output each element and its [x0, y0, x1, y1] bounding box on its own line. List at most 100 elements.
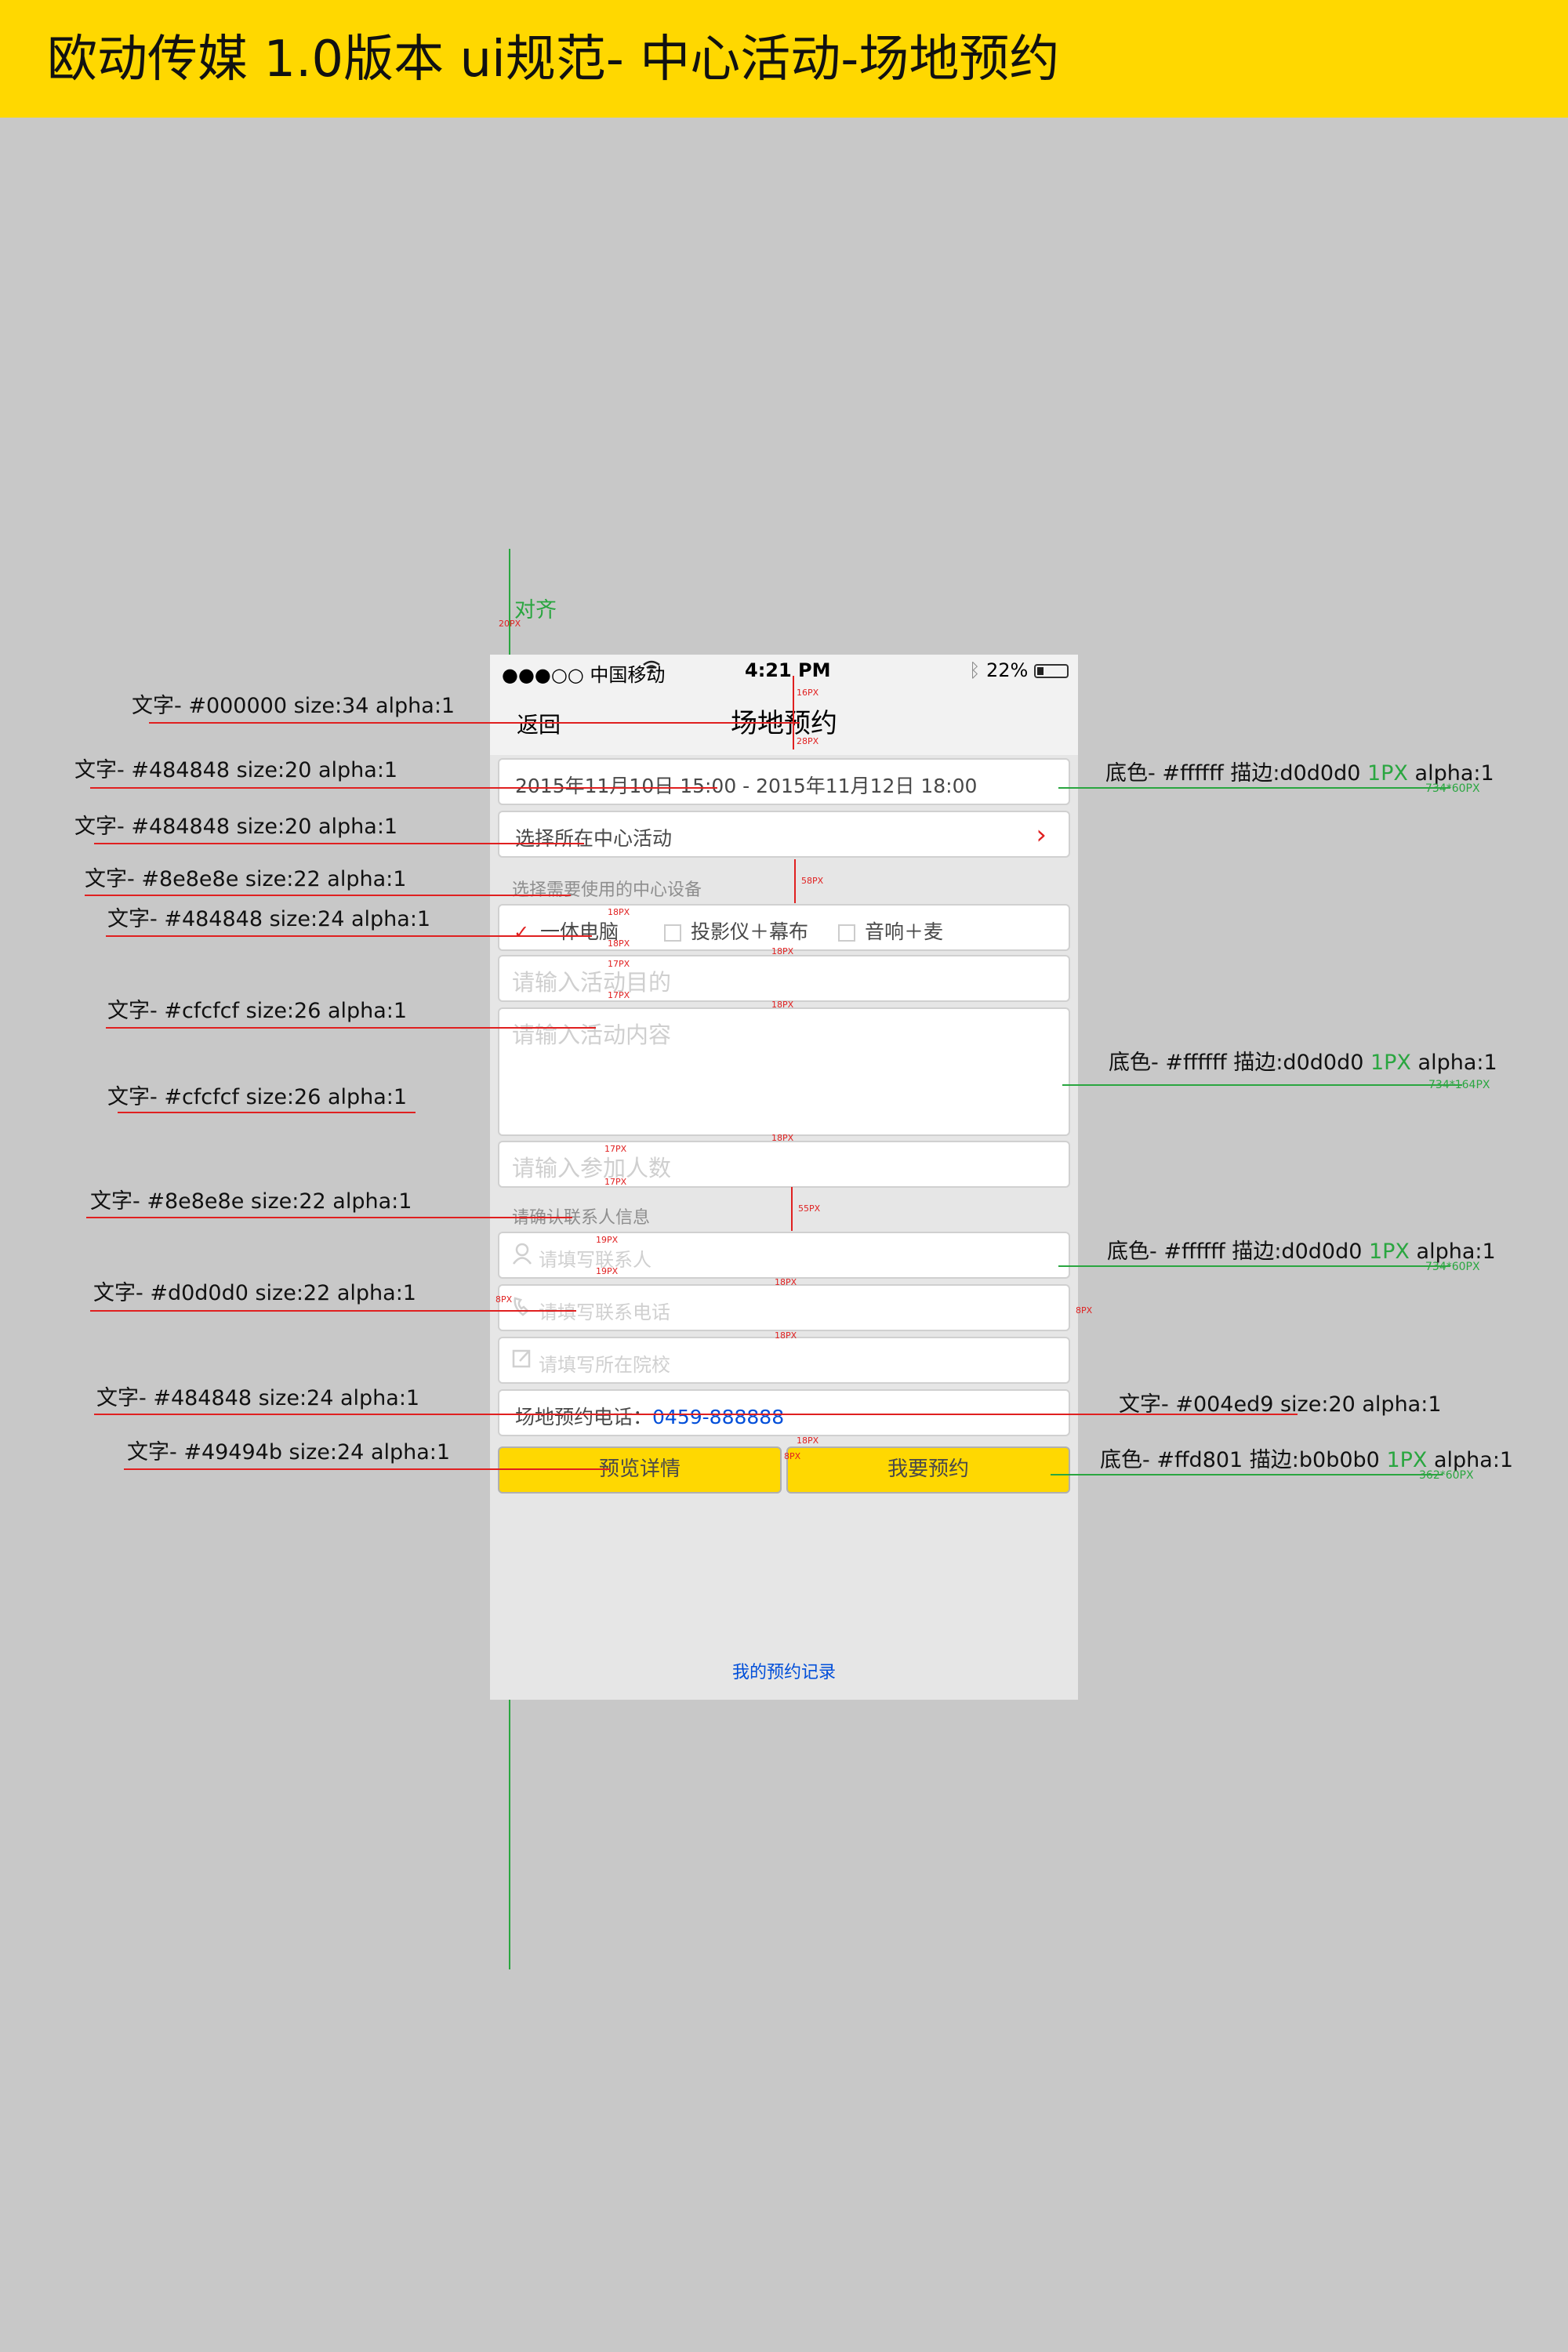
checkbox-icon	[664, 924, 681, 942]
annotation-leader	[1051, 1474, 1443, 1475]
venue-phone-number[interactable]: 0459-888888	[652, 1406, 784, 1428]
equipment-option-computer[interactable]: ✓ 一体电脑	[514, 916, 619, 945]
contact-phone-input[interactable]: 请填写联系电话	[498, 1284, 1070, 1331]
annotation-stroke: 1PX	[1367, 761, 1408, 786]
preview-button[interactable]: 预览详情	[498, 1446, 782, 1494]
equipment-label: 投影仪＋幕布	[691, 920, 809, 943]
battery-percent: 22%	[986, 659, 1029, 681]
select-activity-row[interactable]: 选择所在中心活动 ›	[498, 811, 1070, 858]
content-placeholder: 请输入活动内容	[512, 1022, 672, 1048]
annotation-leader	[90, 1310, 576, 1312]
annotation-prefix: 底色- #ffffff 描边:d0d0d0	[1109, 1051, 1370, 1075]
equipment-option-audio[interactable]: 音响＋麦	[838, 916, 943, 945]
spacing-label: 19PX	[596, 1266, 619, 1276]
annotation-leader	[106, 935, 592, 937]
venue-phone-label: 场地预约电话：	[515, 1406, 653, 1428]
annotation-leader	[124, 1468, 610, 1470]
book-button[interactable]: 我要预约	[786, 1446, 1070, 1494]
annotation-leader	[118, 1112, 416, 1113]
phone-icon	[512, 1295, 534, 1319]
phone-screen: ●●●○○ 中国移动 4:21 PM ᛒ 22% 返回 场地预约 2015年11…	[490, 655, 1078, 1700]
annotation-text: 文字- #000000 size:34 alpha:1	[132, 694, 456, 718]
annotation-text: 文字- #004ed9 size:20 alpha:1	[1119, 1392, 1442, 1417]
dimension-label: 734*164PX	[1428, 1079, 1490, 1091]
page-title: 欧动传媒 1.0版本 ui规范- 中心活动-场地预约	[47, 31, 1060, 89]
dimension-label: 734*60PX	[1425, 1261, 1480, 1273]
spacing-label: 18PX	[608, 938, 630, 949]
annotation-text: 文字- #484848 size:24 alpha:1	[107, 907, 431, 931]
equipment-option-projector[interactable]: 投影仪＋幕布	[664, 916, 808, 945]
check-icon: ✓	[514, 921, 530, 943]
school-input[interactable]: 请填写所在院校	[498, 1337, 1070, 1384]
spacing-marker	[791, 1187, 793, 1231]
purpose-placeholder: 请输入活动目的	[512, 969, 672, 996]
spacing-label: 17PX	[604, 1144, 627, 1154]
school-placeholder: 请填写所在院校	[539, 1354, 670, 1376]
nav-bar: 返回 场地预约	[490, 686, 1078, 755]
equipment-label: 一体电脑	[540, 920, 619, 943]
battery-icon	[1034, 664, 1069, 678]
annotation-text: 文字- #cfcfcf size:26 alpha:1	[107, 1085, 408, 1109]
participants-input[interactable]: 请输入参加人数	[498, 1141, 1070, 1188]
annotation-leader	[1058, 1265, 1450, 1267]
annotation-prefix: 底色- #ffffff 描边:d0d0d0	[1105, 761, 1367, 786]
annotation-text: 底色- #ffffff 描边:d0d0d0 1PX alpha:1	[1109, 1045, 1497, 1076]
spacing-label: 17PX	[604, 1177, 627, 1187]
nav-title: 场地预约	[731, 708, 837, 739]
spacing-label: 19PX	[596, 1235, 619, 1245]
spacing-label: 55PX	[798, 1203, 821, 1214]
annotation-leader	[85, 895, 571, 896]
date-range-field[interactable]: 2015年11月10日 15:00 - 2015年11月12日 18:00	[498, 758, 1070, 805]
annotation-stroke: 1PX	[1368, 1240, 1410, 1264]
edit-icon	[512, 1348, 534, 1371]
annotation-leader	[86, 1217, 572, 1218]
status-time: 4:21 PM	[745, 659, 831, 681]
annotation-suffix: alpha:1	[1410, 1051, 1497, 1075]
spacing-label: 18PX	[775, 1277, 797, 1287]
spacing-label: 17PX	[608, 990, 630, 1000]
spacing-label: 20PX	[499, 619, 521, 629]
spacing-label: 18PX	[608, 907, 630, 917]
spacing-label: 58PX	[801, 876, 824, 886]
equipment-section-label: 选择需要使用的中心设备	[512, 880, 702, 900]
purpose-input[interactable]: 请输入活动目的	[498, 955, 1070, 1002]
annotation-text: 文字- #484848 size:20 alpha:1	[74, 758, 398, 782]
spacing-marker	[794, 859, 796, 903]
annotation-leader	[1058, 787, 1450, 789]
annotation-stroke: 1PX	[1370, 1051, 1411, 1075]
user-icon	[512, 1243, 534, 1266]
spacing-label: 18PX	[771, 1000, 794, 1010]
annotation-prefix: 底色- #ffffff 描边:d0d0d0	[1107, 1240, 1369, 1264]
wifi-icon	[643, 659, 660, 679]
annotation-leader	[94, 1414, 1298, 1415]
annotation-text: 文字- #484848 size:24 alpha:1	[96, 1386, 420, 1410]
annotation-text: 文字- #8e8e8e size:22 alpha:1	[85, 867, 407, 891]
annotation-leader	[1062, 1084, 1462, 1086]
contact-name-input[interactable]: 请填写联系人	[498, 1232, 1070, 1279]
status-bar: ●●●○○ 中国移动 4:21 PM ᛒ 22%	[490, 655, 1078, 686]
spacing-label: 8PX	[1076, 1305, 1093, 1316]
annotation-leader	[106, 1027, 596, 1029]
annotation-leader	[149, 722, 800, 724]
carrier-label: ●●●○○ 中国移动	[502, 664, 666, 686]
equipment-row: ✓ 一体电脑 投影仪＋幕布 音响＋麦	[498, 904, 1070, 951]
equipment-label: 音响＋麦	[865, 920, 944, 943]
venue-phone-row: 场地预约电话：0459-888888	[498, 1389, 1070, 1436]
spacing-label: 18PX	[775, 1330, 797, 1341]
spacing-label: 18PX	[797, 1436, 819, 1446]
annotation-prefix: 底色- #ffd801 描边:b0b0b0	[1100, 1448, 1387, 1472]
chevron-right-icon: ›	[1036, 819, 1047, 851]
annotation-leader	[94, 843, 584, 844]
my-records-link[interactable]: 我的预约记录	[490, 1658, 1078, 1683]
spacing-label: 18PX	[771, 1133, 794, 1143]
date-range-text: 2015年11月10日 15:00 - 2015年11月12日 18:00	[515, 775, 978, 797]
header-banner: 欧动传媒 1.0版本 ui规范- 中心活动-场地预约	[0, 0, 1568, 118]
participants-placeholder: 请输入参加人数	[512, 1155, 672, 1181]
spacing-label: 17PX	[608, 959, 630, 969]
contact-name-placeholder: 请填写联系人	[539, 1249, 652, 1271]
checkbox-icon	[838, 924, 855, 942]
annotation-text: 文字- #484848 size:20 alpha:1	[74, 815, 398, 839]
bluetooth-icon: ᛒ	[968, 659, 981, 681]
spacing-label: 28PX	[797, 736, 819, 746]
annotation-leader	[90, 787, 717, 789]
